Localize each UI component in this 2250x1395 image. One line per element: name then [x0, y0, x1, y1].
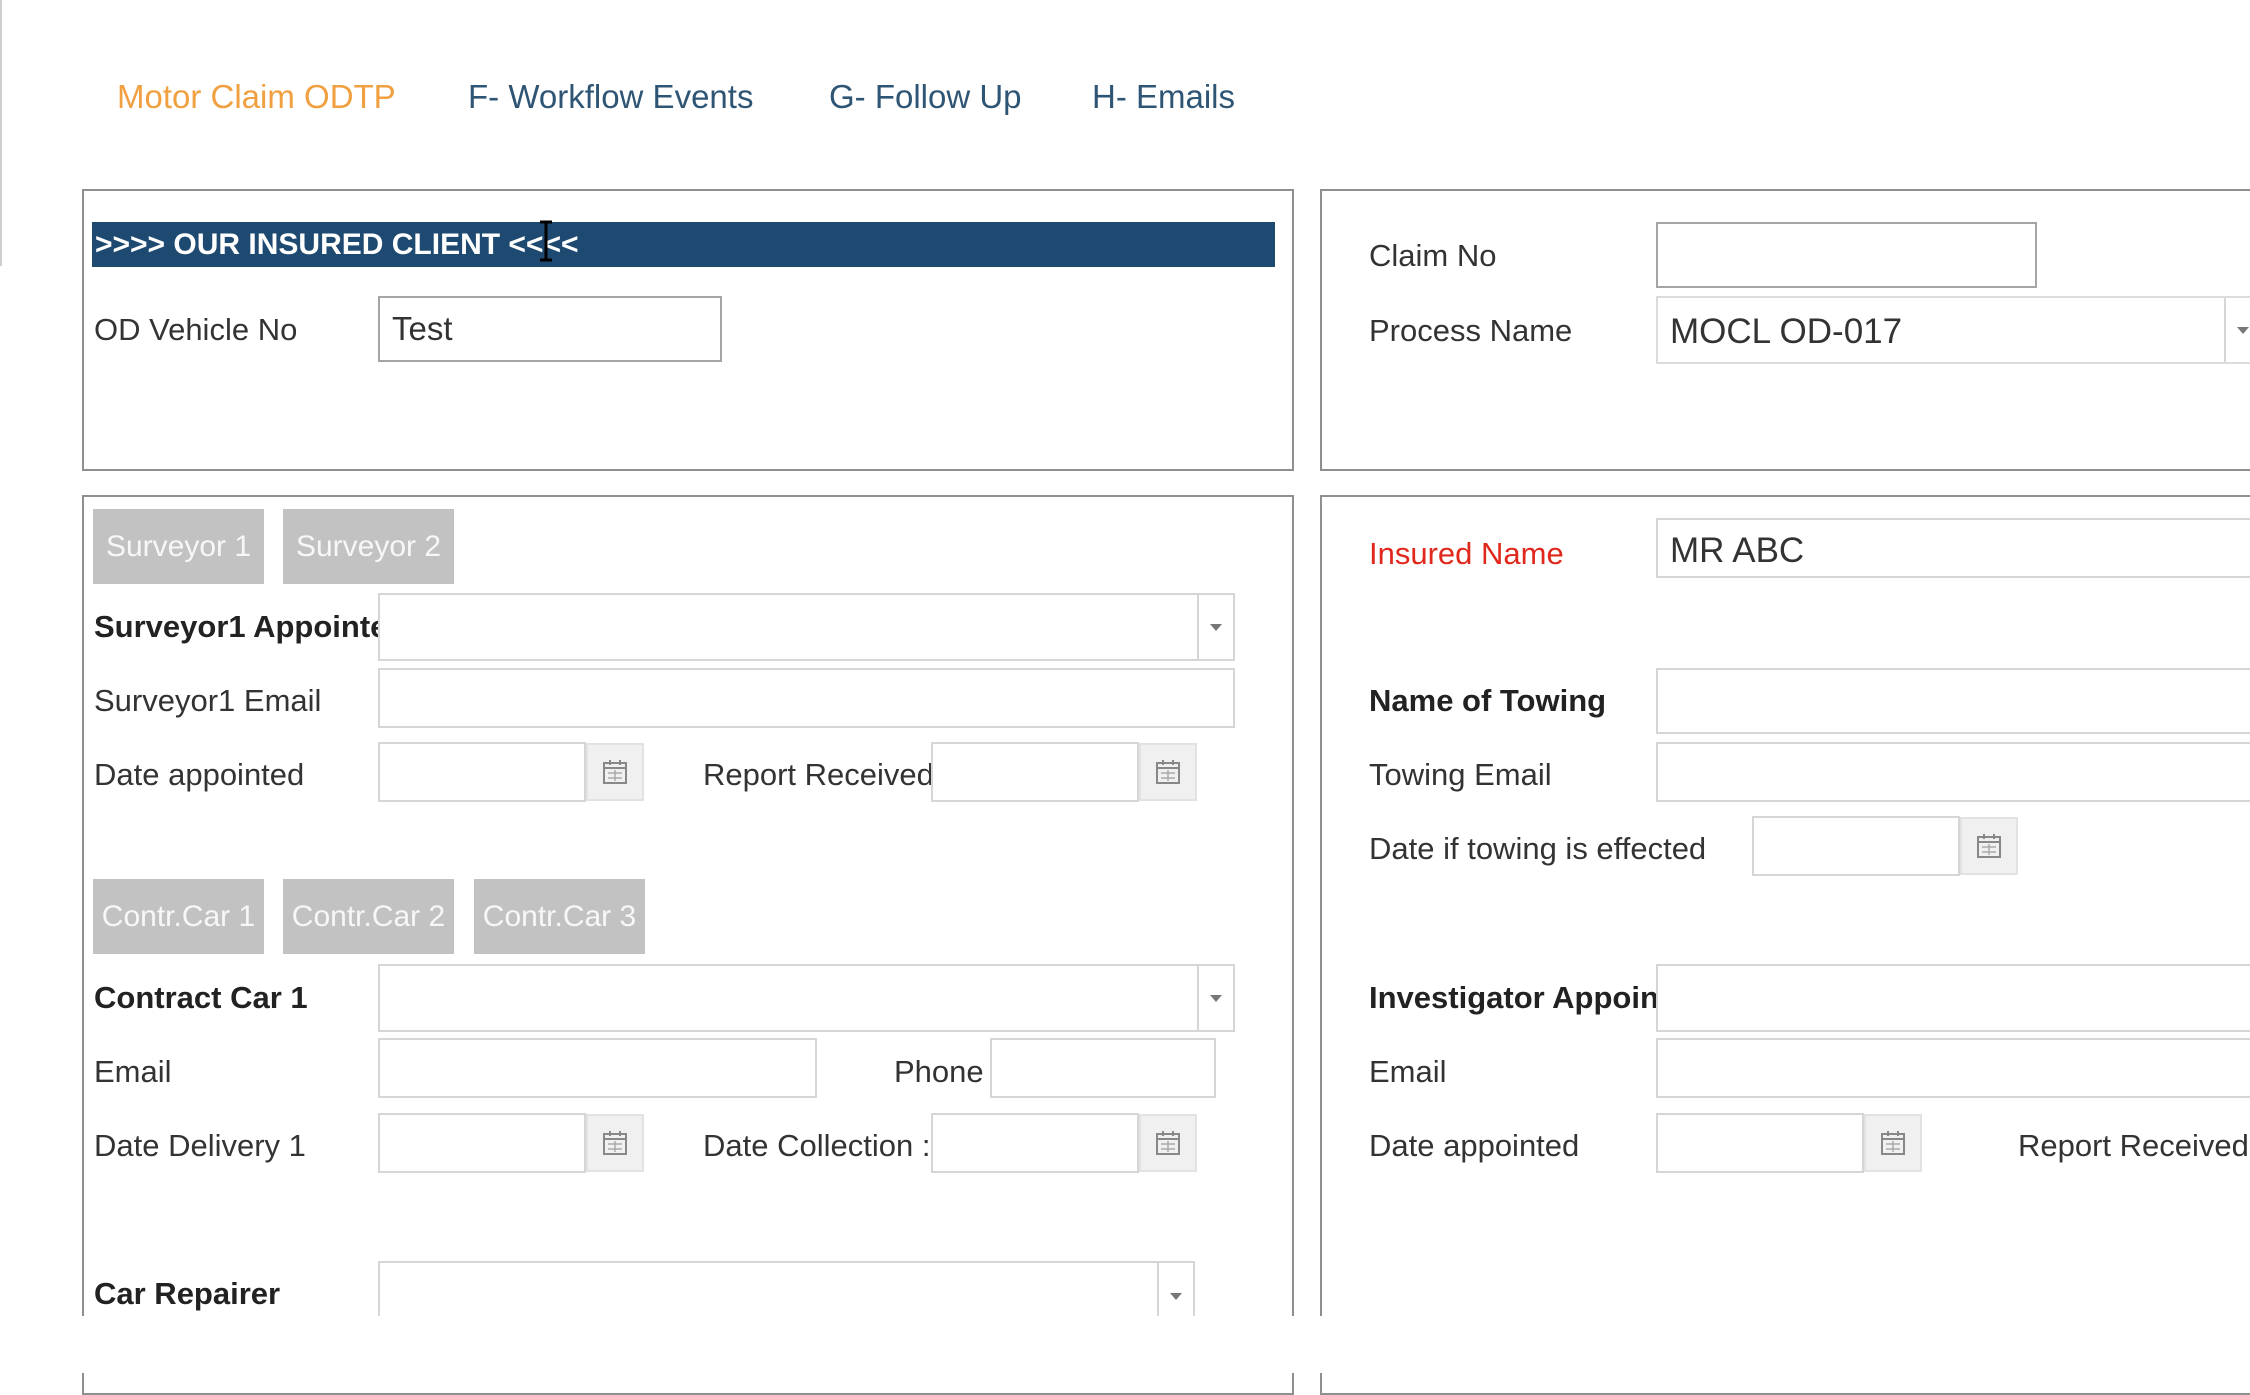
investigator-date-label: Date appointed — [1369, 1128, 1580, 1163]
process-name-value: MOCL OD-017 — [1670, 312, 1903, 351]
surveyor-appointed-label: Surveyor1 Appointe — [94, 609, 388, 644]
date-collection-label: Date Collection : — [703, 1128, 931, 1163]
tab-follow-up[interactable]: G- Follow Up — [829, 78, 1022, 116]
calendar-icon[interactable] — [1139, 743, 1197, 801]
surveyor-date-appointed-input[interactable] — [378, 742, 586, 802]
towing-date-label: Date if towing is effected — [1369, 831, 1707, 866]
insured-name-value: MR ABC — [1670, 531, 1805, 570]
process-name-select[interactable]: MOCL OD-017 — [1656, 296, 2250, 364]
insured-client-header: >>>> OUR INSURED CLIENT <<<< — [92, 222, 1275, 267]
towing-email-input[interactable] — [1656, 742, 2250, 802]
towing-date-input[interactable] — [1752, 816, 1960, 876]
window-edge — [0, 0, 2, 266]
calendar-icon[interactable] — [586, 743, 644, 801]
tab-surveyor-2[interactable]: Surveyor 2 — [283, 509, 454, 584]
surveyor-email-label: Surveyor1 Email — [94, 683, 322, 718]
od-vehicle-label: OD Vehicle No — [94, 312, 298, 347]
car-repairer-label: Car Repairer — [94, 1276, 281, 1311]
surveyor-report-received-input[interactable] — [931, 742, 1139, 802]
towing-name-input[interactable] — [1656, 668, 2250, 734]
chevron-down-icon[interactable] — [1197, 966, 1233, 1030]
investigator-report-received-label: Report Received — [2018, 1128, 2249, 1163]
claim-no-label: Claim No — [1369, 238, 1497, 273]
contract-car-email-input[interactable] — [378, 1038, 817, 1098]
calendar-icon[interactable] — [1960, 817, 2018, 875]
chevron-down-icon[interactable] — [2224, 298, 2250, 362]
od-vehicle-input[interactable] — [378, 296, 722, 362]
towing-email-label: Towing Email — [1369, 757, 1552, 792]
investigator-email-label: Email — [1369, 1054, 1447, 1089]
process-name-label: Process Name — [1369, 313, 1573, 348]
insured-name-input[interactable]: MR ABC — [1656, 518, 2250, 578]
surveyor-email-input[interactable] — [378, 668, 1235, 728]
date-delivery-input[interactable] — [378, 1113, 586, 1173]
contract-car-select[interactable] — [378, 964, 1235, 1032]
tab-emails[interactable]: H- Emails — [1092, 78, 1235, 116]
tab-contract-car-1[interactable]: Contr.Car 1 — [93, 879, 264, 954]
tab-motor-claim-odtp[interactable]: Motor Claim ODTP — [117, 78, 396, 116]
calendar-icon[interactable] — [1864, 1114, 1922, 1172]
contract-car-label: Contract Car 1 — [94, 980, 308, 1015]
tab-surveyor-1[interactable]: Surveyor 1 — [93, 509, 264, 584]
insured-details-panel — [1320, 495, 2250, 1395]
towing-name-label: Name of Towing — [1369, 683, 1607, 718]
contract-car-phone-input[interactable] — [990, 1038, 1216, 1098]
calendar-icon[interactable] — [1139, 1114, 1197, 1172]
date-delivery-label: Date Delivery 1 — [94, 1128, 306, 1163]
surveyor-report-received-label: Report Received — [703, 757, 934, 792]
date-collection-input[interactable] — [931, 1113, 1139, 1173]
surveyor-appointed-select[interactable] — [378, 593, 1235, 661]
tab-workflow-events[interactable]: F- Workflow Events — [468, 78, 753, 116]
text-cursor-icon — [540, 220, 552, 262]
contract-car-phone-label: Phone — [894, 1054, 984, 1089]
claim-no-input[interactable] — [1656, 222, 2037, 288]
tab-contract-car-2[interactable]: Contr.Car 2 — [283, 879, 454, 954]
investigator-select[interactable] — [1656, 964, 2250, 1032]
contract-car-email-label: Email — [94, 1054, 172, 1089]
insured-name-label: Insured Name — [1369, 536, 1564, 571]
calendar-icon[interactable] — [586, 1114, 644, 1172]
chevron-down-icon[interactable] — [1197, 595, 1233, 659]
investigator-email-input[interactable] — [1656, 1038, 2250, 1098]
bottom-clip — [0, 1316, 2250, 1373]
tab-contract-car-3[interactable]: Contr.Car 3 — [474, 879, 645, 954]
surveyor-date-appointed-label: Date appointed — [94, 757, 305, 792]
investigator-label: Investigator Appoint — [1369, 980, 1656, 1015]
investigator-date-input[interactable] — [1656, 1113, 1864, 1173]
